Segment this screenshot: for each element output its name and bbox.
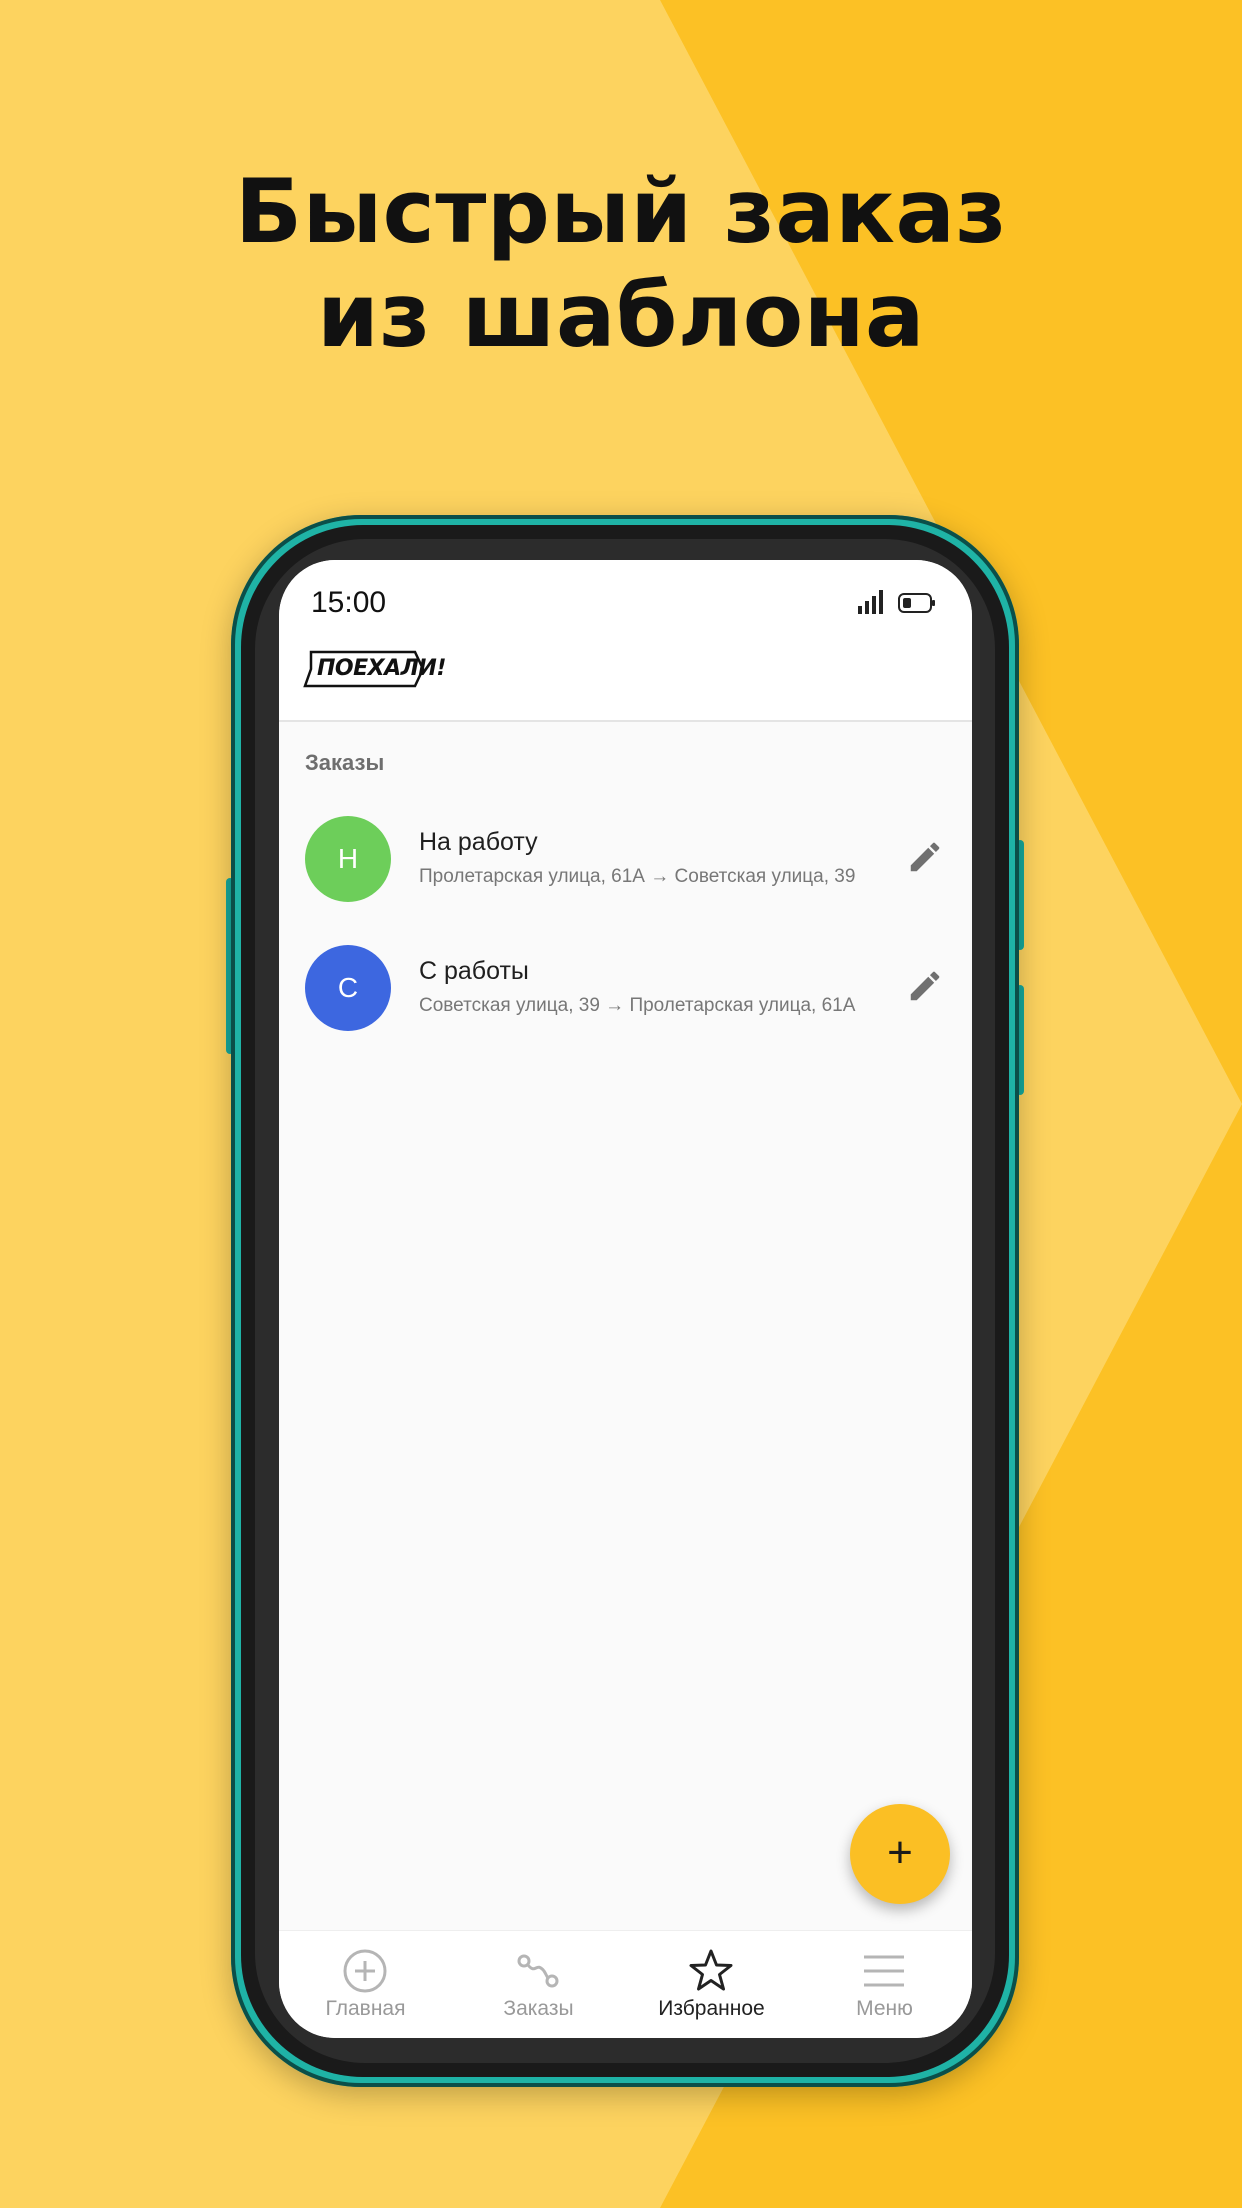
signal-icon bbox=[858, 590, 883, 614]
phone-screen: 15:00 ПОЕХАЛИ! Заказы Н На работу Пролет… bbox=[279, 560, 972, 2038]
app-header: ПОЕХАЛИ! bbox=[279, 640, 972, 722]
template-avatar: С bbox=[305, 945, 391, 1031]
route-icon bbox=[517, 1954, 559, 1988]
template-item-to-work[interactable]: Н На работу Пролетарская улица, 61А → Со… bbox=[279, 806, 972, 916]
template-route: Пролетарская улица, 61А → Советская улиц… bbox=[419, 866, 856, 887]
promo-line-1: Быстрый заказ bbox=[235, 160, 1007, 263]
template-route: Советская улица, 39 → Пролетарская улица… bbox=[419, 995, 856, 1016]
star-icon bbox=[689, 1949, 733, 1991]
nav-item-menu[interactable]: Меню bbox=[798, 1931, 971, 2038]
status-bar: 15:00 bbox=[279, 560, 972, 640]
nav-item-orders[interactable]: Заказы bbox=[452, 1931, 625, 2038]
nav-item-home[interactable]: Главная bbox=[279, 1931, 452, 2038]
add-template-button[interactable]: + bbox=[850, 1804, 950, 1904]
promo-line-2: из шаблона bbox=[317, 264, 925, 367]
pencil-icon[interactable] bbox=[906, 967, 944, 1005]
template-avatar: Н bbox=[305, 816, 391, 902]
section-title: Заказы bbox=[305, 750, 385, 775]
battery-icon bbox=[898, 593, 935, 613]
bottom-nav: Главная Заказы Избранное Меню bbox=[279, 1930, 972, 2038]
pencil-icon[interactable] bbox=[906, 838, 944, 876]
status-time: 15:00 bbox=[311, 586, 387, 619]
plus-circle-icon bbox=[343, 1949, 387, 1993]
template-title: С работы bbox=[419, 957, 529, 985]
promo-headline: Быстрый заказ из шаблона bbox=[0, 160, 1242, 368]
nav-item-favorites[interactable]: Избранное bbox=[625, 1931, 798, 2038]
nav-label: Меню bbox=[856, 1997, 913, 2020]
nav-label: Избранное bbox=[658, 1997, 765, 2020]
app-logo-text: ПОЕХАЛИ! bbox=[317, 656, 446, 681]
template-title: На работу bbox=[419, 828, 538, 856]
nav-label: Заказы bbox=[503, 1997, 574, 2020]
menu-icon bbox=[864, 1955, 904, 1987]
nav-label: Главная bbox=[325, 1997, 406, 2020]
template-item-from-work[interactable]: С С работы Советская улица, 39 → Пролета… bbox=[279, 935, 972, 1045]
